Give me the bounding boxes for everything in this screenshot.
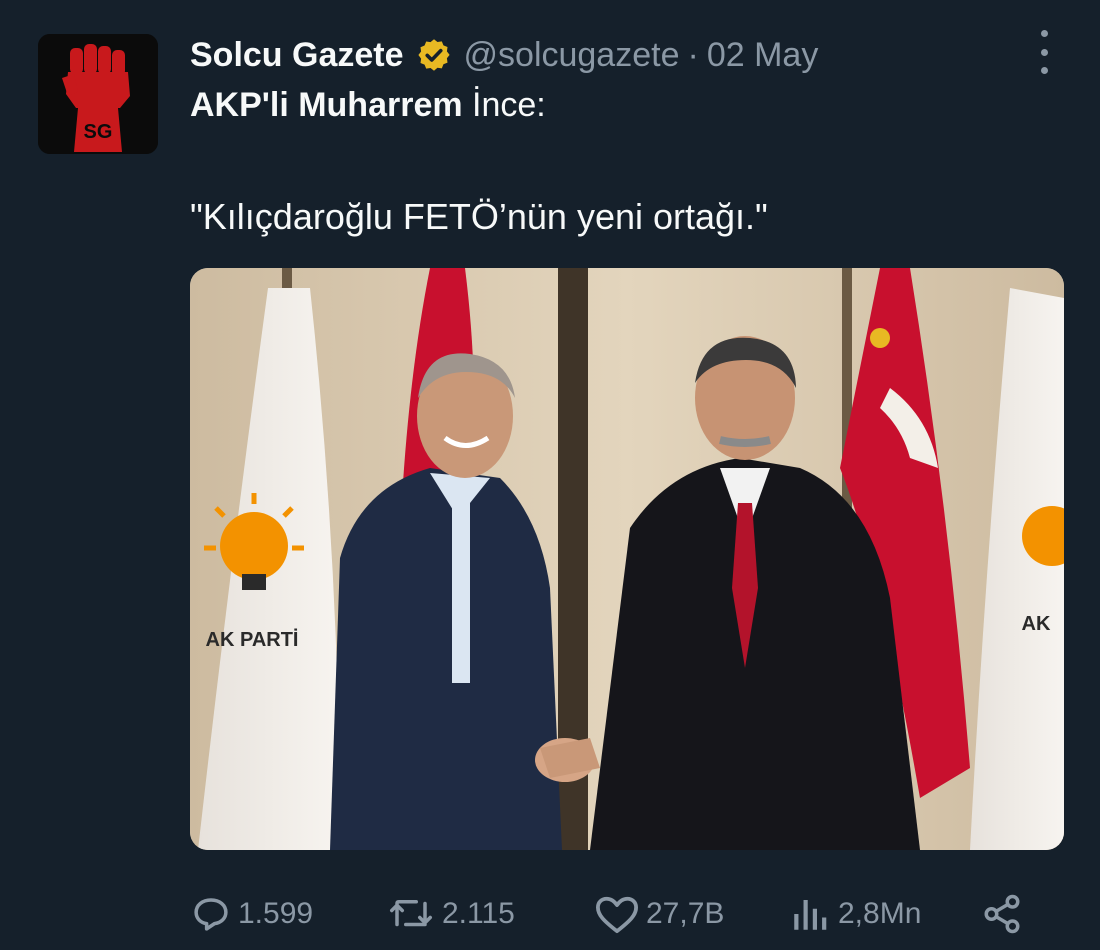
retweet-button[interactable]: 2.115 bbox=[386, 884, 515, 944]
tweet-quote-text: "Kılıçdaroğlu FETÖ’nün yeni ortağı." bbox=[190, 196, 768, 237]
avatar-text: SG bbox=[84, 121, 113, 143]
reply-count: 1.599 bbox=[238, 897, 314, 930]
separator-dot: · bbox=[687, 35, 699, 74]
views-button[interactable]: 2,8Mn bbox=[788, 884, 921, 944]
banner-text-left: AK PARTİ bbox=[206, 628, 299, 651]
reply-button[interactable]: 1.599 bbox=[190, 884, 313, 944]
fist-logo-icon: SG bbox=[38, 34, 158, 154]
banner-text-right: AK bbox=[1022, 613, 1051, 635]
tweet-text-bold: AKP'li Muharrem bbox=[190, 86, 463, 124]
tweet-text-rest: İnce: bbox=[462, 86, 546, 124]
like-button[interactable]: 27,7B bbox=[594, 884, 724, 944]
retweet-icon bbox=[390, 900, 432, 927]
tweet-card[interactable]: SG Solcu Gazete @solcugazete · 02 May AK… bbox=[0, 0, 1100, 950]
tweet-action-bar: 1.599 2.115 27,7B 2,8Mn bbox=[190, 884, 1070, 944]
verified-badge-icon bbox=[417, 39, 450, 71]
share-icon bbox=[984, 894, 1020, 934]
like-icon bbox=[596, 896, 638, 934]
tweet-header: Solcu Gazete @solcugazete · 02 May bbox=[190, 30, 818, 80]
reply-icon bbox=[194, 898, 228, 931]
share-button[interactable] bbox=[980, 884, 1030, 944]
handshake-photo: AK PARTİ AK bbox=[190, 268, 1064, 850]
author-avatar[interactable]: SG bbox=[38, 34, 158, 154]
more-options-icon[interactable] bbox=[1032, 30, 1056, 74]
views-icon bbox=[794, 900, 827, 930]
like-count: 27,7B bbox=[646, 897, 725, 930]
tweet-text-line: AKP'li Muharrem İnce: bbox=[190, 86, 546, 125]
author-handle[interactable]: @solcugazete bbox=[464, 36, 680, 75]
tweet-media-image[interactable]: AK PARTİ AK bbox=[190, 268, 1064, 850]
retweet-count: 2.115 bbox=[442, 897, 515, 930]
tweet-date[interactable]: 02 May bbox=[707, 36, 819, 75]
author-display-name[interactable]: Solcu Gazete bbox=[190, 36, 404, 75]
view-count: 2,8Mn bbox=[838, 897, 922, 930]
